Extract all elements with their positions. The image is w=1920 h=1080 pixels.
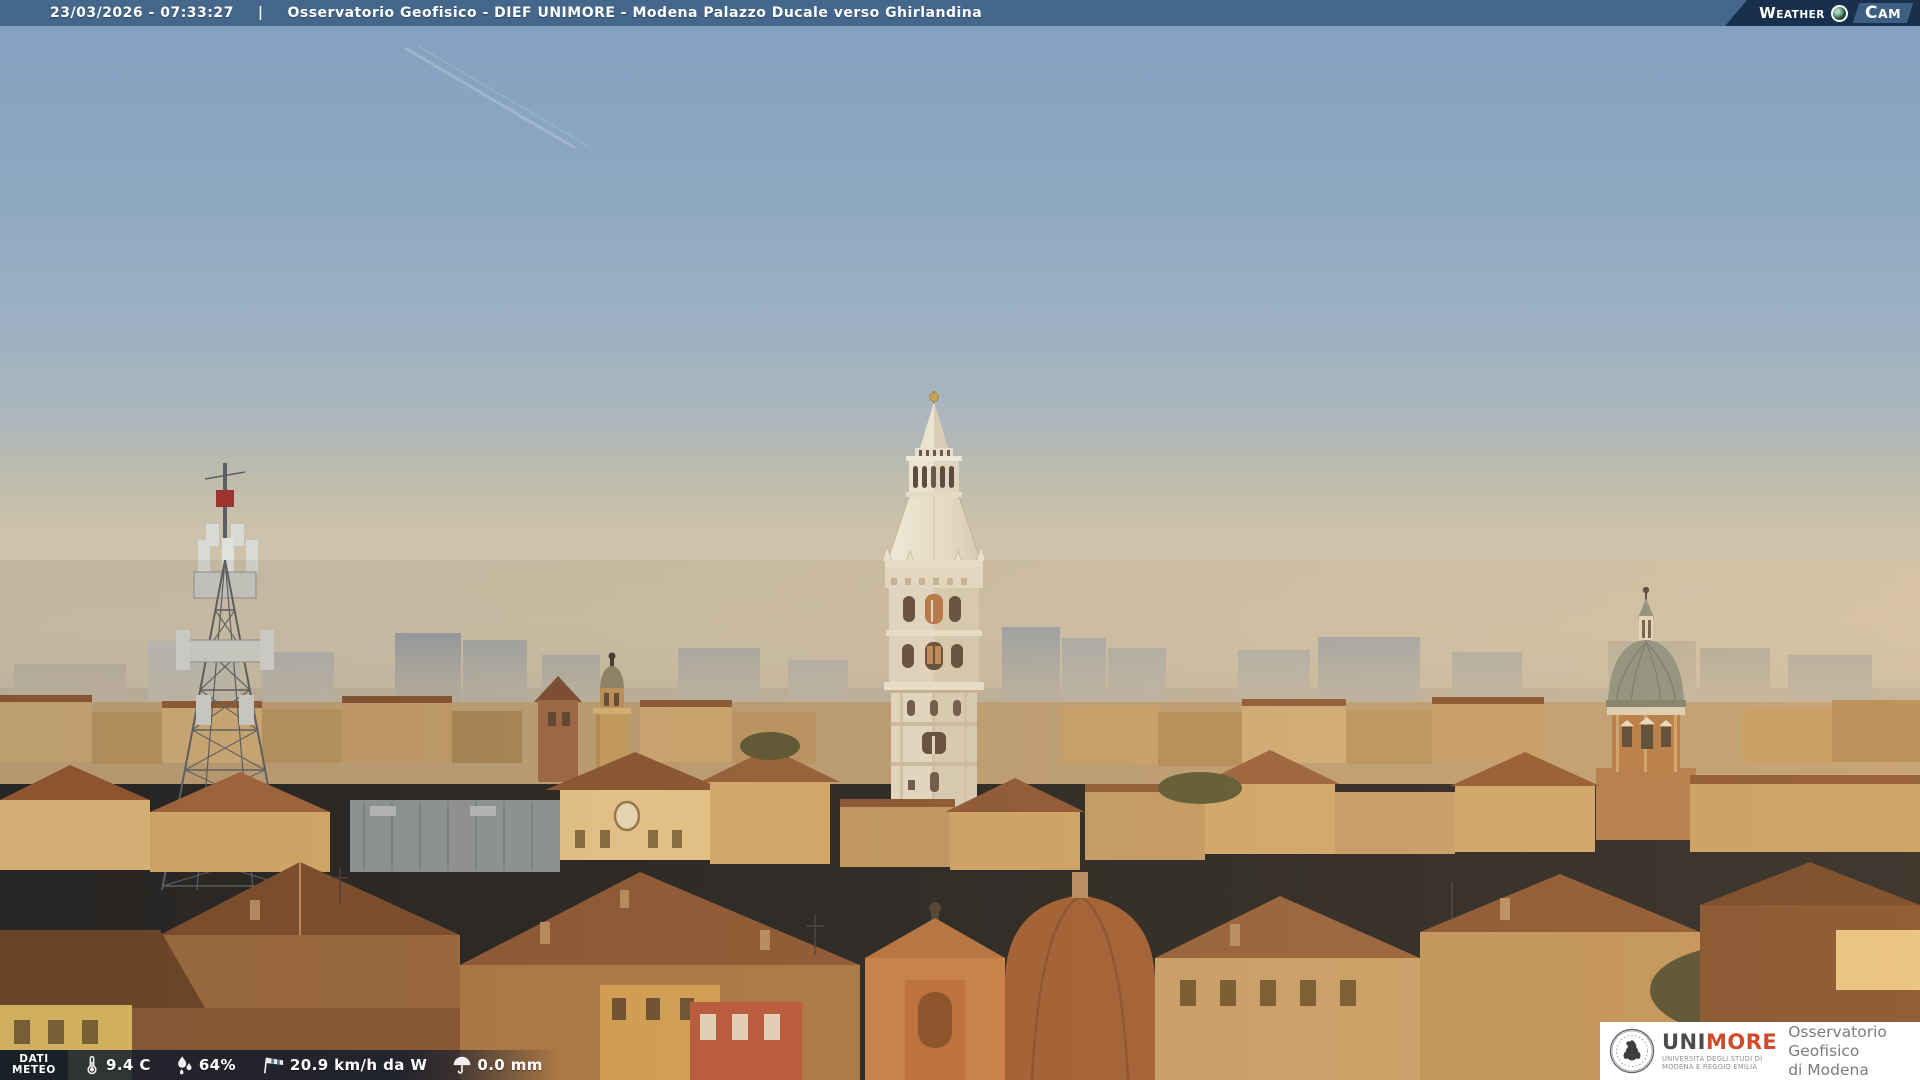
humidity-metric: 64% <box>173 1054 236 1076</box>
observatory-name-line2: di Modena <box>1788 1060 1869 1079</box>
dati-meteo-line2: METEO <box>12 1064 56 1076</box>
webcam-page: 23/03/2026 - 07:33:27 | Osservatorio Geo… <box>0 0 1920 1080</box>
humidity-icon <box>177 1056 192 1075</box>
weathercam-logo: Weather Cam <box>1725 0 1920 26</box>
meteo-bar: DATI METEO 9.4 C 64% 20.9 km/h da W 0.0 … <box>0 1050 600 1080</box>
humidity-value: 64% <box>198 1056 236 1074</box>
weathercam-cam-label: Cam <box>1864 3 1901 23</box>
cityscape-photo <box>0 0 1920 1080</box>
webcam-title: Osservatorio Geofisico - DIEF UNIMORE - … <box>287 5 983 21</box>
windsock-icon <box>263 1057 284 1074</box>
wind-metric: 20.9 km/h da W <box>260 1054 427 1076</box>
unimore-seal-icon <box>1609 1028 1655 1074</box>
precipitation-metric: 0.0 mm <box>451 1054 542 1076</box>
temperature-value: 9.4 C <box>106 1056 151 1074</box>
observatory-name: Osservatorio Geofisico di Modena <box>1788 1023 1920 1080</box>
unimore-branding-box: UNIMORE UNIVERSITÀ DEGLI STUDI DI MODENA… <box>1600 1022 1920 1080</box>
dati-meteo-label: DATI METEO <box>0 1050 68 1080</box>
thermometer-icon <box>87 1055 97 1075</box>
university-name-line1: UNIVERSITÀ DEGLI STUDI DI <box>1662 1054 1763 1063</box>
precipitation-value: 0.0 mm <box>477 1056 543 1074</box>
observatory-name-line1: Osservatorio Geofisico <box>1788 1022 1887 1060</box>
umbrella-icon <box>453 1056 471 1074</box>
separator: | <box>257 5 264 21</box>
unimore-uni-text: UNI <box>1662 1029 1706 1054</box>
weathercam-dot-icon <box>1830 4 1848 22</box>
unimore-more-text: MORE <box>1705 1029 1778 1054</box>
header-bar: 23/03/2026 - 07:33:27 | Osservatorio Geo… <box>0 0 1920 26</box>
temperature-metric: 9.4 C <box>82 1054 151 1076</box>
university-name-line2: MODENA E REGGIO EMILIA <box>1662 1062 1758 1071</box>
weathercam-cam-chip: Cam <box>1852 3 1914 23</box>
sunlight-tint <box>0 560 1920 1080</box>
timestamp: 23/03/2026 - 07:33:27 <box>50 5 234 21</box>
wind-value: 20.9 km/h da W <box>289 1056 428 1074</box>
weathercam-weather-label: Weather <box>1759 4 1825 22</box>
unimore-wordmark: UNIMORE UNIVERSITÀ DEGLI STUDI DI MODENA… <box>1662 1029 1778 1071</box>
